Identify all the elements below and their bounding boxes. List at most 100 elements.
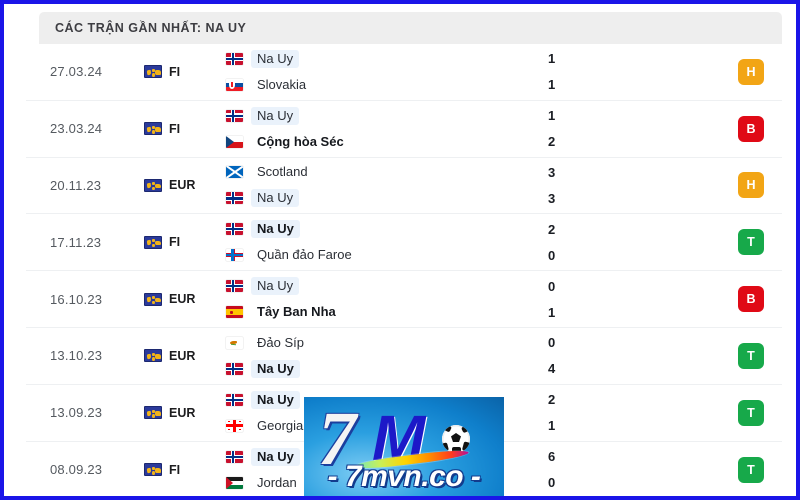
away-score: 1 xyxy=(548,304,556,320)
team-away-name: Georgia xyxy=(257,417,304,433)
scores-cell: 04 xyxy=(526,334,646,377)
flag-no-icon xyxy=(226,223,243,236)
scores-cell: 11 xyxy=(526,50,646,93)
away-score: 1 xyxy=(548,418,556,434)
away-score: 1 xyxy=(548,77,556,93)
match-row[interactable]: 13.10.23 EUR Đảo Síp Na Uy 0 4 T xyxy=(26,328,782,385)
competition-label: FI xyxy=(169,121,181,136)
competition-label: FI xyxy=(169,235,181,250)
result-badge: B xyxy=(738,115,764,142)
result-badge: H xyxy=(738,58,764,85)
result-badge: T xyxy=(738,456,764,483)
scores-cell: 20 xyxy=(526,221,646,264)
world-globe-icon xyxy=(144,65,162,79)
team-home[interactable]: Na Uy xyxy=(226,277,526,296)
panel-header: CÁC TRẬN GẦN NHẤT: NA UY xyxy=(39,12,782,44)
flag-jo-icon xyxy=(226,476,243,489)
competition-label: EUR xyxy=(169,178,196,193)
home-score: 0 xyxy=(548,335,556,351)
flag-cy-icon xyxy=(226,336,243,349)
match-date: 23.03.24 xyxy=(50,121,103,137)
world-globe-icon xyxy=(144,463,162,477)
flag-sk-icon xyxy=(226,78,243,91)
world-globe-icon xyxy=(144,349,162,363)
team-away-name: Jordan xyxy=(257,474,297,490)
competition-label: EUR xyxy=(169,405,196,420)
flag-no-icon xyxy=(226,52,243,65)
page-title: CÁC TRẬN GẦN NHẤT: NA UY xyxy=(55,21,247,35)
result-cell: T xyxy=(646,399,782,426)
competition-cell[interactable]: FI xyxy=(144,65,226,79)
team-home[interactable]: Đảo Síp xyxy=(226,334,526,351)
match-row[interactable]: 23.03.24 FI Na Uy Cộng hòa Séc 1 2 B xyxy=(26,101,782,158)
result-badge: T xyxy=(738,229,764,256)
watermark-domain: - 7mvn.co - xyxy=(327,460,481,493)
competition-cell[interactable]: FI xyxy=(144,122,226,136)
competition-cell[interactable]: EUR xyxy=(144,292,226,306)
competition-cell[interactable]: EUR xyxy=(144,406,226,420)
scores-cell: 01 xyxy=(526,278,646,321)
flag-es-icon xyxy=(226,306,243,319)
team-home[interactable]: Na Uy xyxy=(226,220,526,239)
competition-cell[interactable]: EUR xyxy=(144,349,226,363)
team-home-name: Na Uy xyxy=(251,447,300,466)
result-cell: T xyxy=(646,229,782,256)
team-home-name: Scotland xyxy=(257,164,308,180)
team-away-name: Slovakia xyxy=(257,76,307,92)
flag-ge-icon xyxy=(226,419,243,432)
page-frame: CÁC TRẬN GẦN NHẤT: NA UY 27.03.24 FI Na Uy… xyxy=(0,0,800,500)
away-score: 4 xyxy=(548,361,556,377)
home-score: 3 xyxy=(548,164,556,180)
competition-cell[interactable]: FI xyxy=(144,463,226,477)
flag-no-icon xyxy=(226,192,243,205)
match-row[interactable]: 20.11.23 EUR Scotland Na Uy 3 3 H xyxy=(26,158,782,215)
world-globe-icon xyxy=(144,235,162,249)
home-score: 1 xyxy=(548,108,556,124)
home-score: 2 xyxy=(548,221,556,237)
competition-label: FI xyxy=(169,64,181,79)
team-away[interactable]: Slovakia xyxy=(226,76,526,93)
result-badge: T xyxy=(738,399,764,426)
match-date: 13.10.23 xyxy=(50,348,103,364)
scores-cell: 33 xyxy=(526,164,646,207)
competition-label: FI xyxy=(169,462,181,477)
match-row[interactable]: 17.11.23 FI Na Uy Quần đảo Faroe 2 0 T xyxy=(26,214,782,272)
competition-cell[interactable]: EUR xyxy=(144,178,226,192)
team-home-name: Đảo Síp xyxy=(257,334,304,350)
flag-no-icon xyxy=(226,280,243,293)
match-date: 27.03.24 xyxy=(50,64,103,80)
team-away[interactable]: Quần đảo Faroe xyxy=(226,247,526,264)
result-cell: H xyxy=(646,172,782,199)
result-badge: T xyxy=(738,342,764,369)
world-globe-icon xyxy=(144,122,162,136)
match-row[interactable]: 27.03.24 FI Na Uy Slovakia 1 1 H xyxy=(26,44,782,101)
away-score: 0 xyxy=(548,475,556,491)
team-home-name: Na Uy xyxy=(251,220,300,239)
match-date: 17.11.23 xyxy=(50,234,102,250)
team-away-name: Quần đảo Faroe xyxy=(257,247,352,263)
teams-cell: Na Uy Tây Ban Nha xyxy=(226,277,526,321)
result-cell: B xyxy=(646,115,782,142)
teams-cell: Na Uy Slovakia xyxy=(226,49,526,93)
team-home[interactable]: Na Uy xyxy=(226,49,526,68)
flag-fo-icon xyxy=(226,249,243,262)
scores-cell: 21 xyxy=(526,391,646,434)
competition-cell[interactable]: FI xyxy=(144,235,226,249)
team-away[interactable]: Na Uy xyxy=(226,189,526,208)
scores-cell: 60 xyxy=(526,448,646,491)
home-score: 1 xyxy=(548,51,556,67)
home-score: 6 xyxy=(548,449,556,465)
team-away[interactable]: Tây Ban Nha xyxy=(226,304,526,321)
team-away[interactable]: Cộng hòa Séc xyxy=(226,133,526,150)
team-home[interactable]: Scotland xyxy=(226,164,526,181)
result-cell: T xyxy=(646,456,782,483)
team-away-name: Na Uy xyxy=(251,359,300,378)
team-home[interactable]: Na Uy xyxy=(226,106,526,125)
match-date: 20.11.23 xyxy=(50,177,102,193)
match-row[interactable]: 16.10.23 EUR Na Uy Tây Ban Nha 0 1 B xyxy=(26,271,782,328)
teams-cell: Na Uy Cộng hòa Séc xyxy=(226,106,526,150)
teams-cell: Na Uy Quần đảo Faroe xyxy=(226,220,526,264)
team-away[interactable]: Na Uy xyxy=(226,359,526,378)
team-away-name: Tây Ban Nha xyxy=(257,304,336,320)
team-home-name: Na Uy xyxy=(251,390,300,409)
